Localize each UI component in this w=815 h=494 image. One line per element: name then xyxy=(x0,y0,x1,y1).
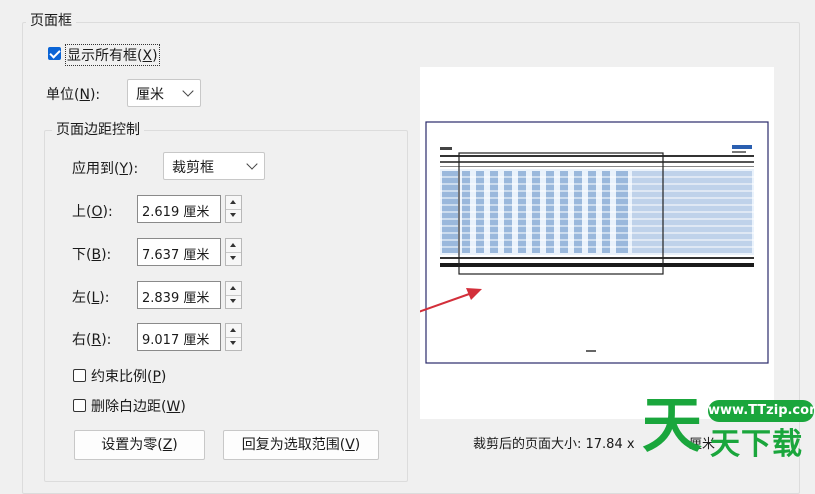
spin-down-icon[interactable] xyxy=(226,209,241,222)
margin-right-label: 右(R): xyxy=(72,332,112,348)
watermark-url-pill: www.TTzip.com xyxy=(708,400,815,422)
margin-top-label: 上(O): xyxy=(72,204,113,220)
show-all-label[interactable]: 显示所有框(X) xyxy=(65,44,160,66)
show-all-checkbox[interactable] xyxy=(48,47,61,60)
remove-white-margin-label[interactable]: 删除白边距(W) xyxy=(91,396,186,416)
remove-white-margin-checkbox[interactable] xyxy=(73,399,86,412)
set-zero-button[interactable]: 设置为零(Z) xyxy=(74,430,205,460)
margin-bottom-input[interactable]: 7.637 厘米 xyxy=(137,238,221,266)
margin-bottom-spinner[interactable] xyxy=(225,238,242,266)
spin-down-icon[interactable] xyxy=(226,252,241,265)
spin-down-icon[interactable] xyxy=(226,295,241,308)
margin-left-label: 左(L): xyxy=(72,290,110,306)
watermark-big-char: 天 xyxy=(642,391,702,461)
apply-to-select[interactable]: 裁剪框 xyxy=(163,152,265,180)
margin-top-spinner[interactable] xyxy=(225,195,242,223)
spin-up-icon[interactable] xyxy=(226,196,241,210)
margin-top-input[interactable]: 2.619 厘米 xyxy=(137,195,221,223)
spin-up-icon[interactable] xyxy=(226,239,241,253)
unit-label: 单位(N): xyxy=(46,87,101,103)
spin-down-icon[interactable] xyxy=(226,337,241,350)
margin-bottom-label: 下(B): xyxy=(72,247,112,263)
constrain-ratio-checkbox[interactable] xyxy=(73,369,86,382)
chevron-down-icon xyxy=(246,158,258,170)
spin-up-icon[interactable] xyxy=(226,282,241,296)
constrain-ratio-label[interactable]: 约束比例(P) xyxy=(91,366,166,386)
spin-up-icon[interactable] xyxy=(226,324,241,338)
margin-right-spinner[interactable] xyxy=(225,323,242,351)
margin-left-input[interactable]: 2.839 厘米 xyxy=(137,281,221,309)
arrow-annotation xyxy=(420,288,482,313)
watermark-text: 天下载 xyxy=(710,427,803,462)
page-frame-title: 页面框 xyxy=(26,10,76,30)
apply-to-label: 应用到(Y): xyxy=(72,161,139,177)
watermark-logo: www.TTzip.com 天 天下载 xyxy=(640,390,815,468)
unit-select[interactable]: 厘米 xyxy=(127,79,201,107)
margin-left-spinner[interactable] xyxy=(225,281,242,309)
margin-control-title: 页面边距控制 xyxy=(52,119,144,139)
page-preview xyxy=(420,121,769,364)
margin-right-input[interactable]: 9.017 厘米 xyxy=(137,323,221,351)
chevron-down-icon xyxy=(182,85,194,97)
document-thumbnail xyxy=(440,145,754,352)
cropped-size-label: 裁剪后的页面大小: 17.84 x xyxy=(473,437,635,452)
restore-selection-button[interactable]: 回复为选取范围(V) xyxy=(223,430,379,460)
